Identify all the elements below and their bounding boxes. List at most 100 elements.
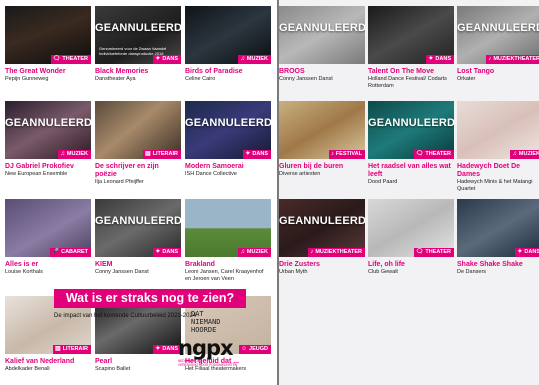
genre-tag-label: CABARET <box>61 249 88 255</box>
programme-card[interactable]: GEANNULEERD? ♪MUZIEKTHEATER Lost TangoOrka… <box>457 6 539 83</box>
card-image[interactable]: 🎤 CABARET <box>5 199 91 257</box>
card-title[interactable]: Birds of Paradise <box>185 68 271 76</box>
card-image[interactable]: ♫ MUZIEK <box>185 199 271 257</box>
programme-card[interactable]: ♪ FESTIVAL Gluren bij de buren Diverse arti… <box>279 101 365 178</box>
card-title[interactable]: Talent On The Move <box>368 68 454 76</box>
programme-card[interactable]: 🗨 THEATER Life, oh life Club Gewalt <box>368 199 454 276</box>
genre-tag-label: DANS <box>524 249 539 255</box>
card-image[interactable]: GEANNULEERD? ✦ DANS <box>95 199 181 257</box>
programme-card[interactable]: 🗨 THEATER The Great Wonder Pepijn Gunneweg <box>5 6 91 83</box>
festival-icon: ♪ <box>330 151 334 157</box>
card-image[interactable]: GEANNULEERD? ♪MUZIEKTHEATER <box>457 6 539 64</box>
card-title[interactable]: Pearl <box>95 358 181 366</box>
card-title[interactable]: Modern Samoerai <box>185 163 271 171</box>
programme-card[interactable]: ▤ LITERAIR De schrijver en zijn poëzie Ilja… <box>95 101 181 186</box>
genre-tag-label: LITERAIR <box>62 346 88 352</box>
genre-tag-label: LITERAIR <box>152 151 178 157</box>
card-image[interactable]: GEANNULEERD? ♪MUZIEKTHEATER <box>279 199 365 257</box>
genre-tag-label: JEUGD <box>249 346 268 352</box>
card-title[interactable]: Black Memories <box>95 68 181 76</box>
genre-tag-label: DANS <box>435 56 451 62</box>
logo-line-2: VERENIGING VOOR PODIUMKUNSTEN <box>178 363 238 367</box>
card-image[interactable]: GEANNULEERD? <box>279 6 365 64</box>
music-note-icon: ♫ <box>60 151 65 157</box>
card-title[interactable]: Kalief van Nederland <box>5 358 91 366</box>
genre-tag-label: DANS <box>162 249 178 255</box>
card-title[interactable]: BROOS <box>279 68 365 76</box>
programme-card[interactable]: ✦ DANS Shake Shake Shake De Dansers <box>457 199 539 276</box>
card-image[interactable]: ✦ DANS <box>457 199 539 257</box>
genre-tag-label: DANS <box>162 346 178 352</box>
npx-logo: ngpx NEDERLANDSE VERENIGING VOOR PODIUMK… <box>178 337 240 373</box>
genre-tag: ♪ MUZIEKTHEATER <box>308 248 365 257</box>
dancer-icon: ✦ <box>155 56 161 62</box>
programme-card[interactable]: GEANNULEERD? ♪ MUZIEKTHEATER Drie Zusters Ur… <box>279 199 365 276</box>
programme-card[interactable]: GEANNULEERD? ✦ DANS Modern Samoerai ISH Danc… <box>185 101 271 178</box>
programme-card[interactable]: GEANNULEERD? 🗨 THEATER Het raadsel van alle… <box>368 101 454 186</box>
card-subtitle: Conny Janssen Danst <box>279 76 333 82</box>
card-image[interactable]: ♪ FESTIVAL <box>279 101 365 159</box>
programme-card[interactable]: 🎤 CABARET Alles is er Louise Korthals <box>5 199 91 276</box>
card-image[interactable]: ♫ MUZIEK <box>457 101 539 159</box>
card-subtitle: Abdelkader Benali <box>5 366 50 372</box>
programme-card[interactable]: GEANNULEERD? ✦ DANS KIEM Conny Janssen Danst <box>95 199 181 276</box>
card-title[interactable]: Het raadsel van alles wat leeft <box>368 163 454 179</box>
card-image[interactable]: 🗨 THEATER <box>368 199 454 257</box>
genre-tag-label: MUZIEK <box>518 151 539 157</box>
card-subtitle: De Dansers <box>457 269 487 275</box>
genre-tag: ✦ DANS <box>426 55 454 64</box>
dancer-icon: ✦ <box>428 56 434 62</box>
card-image[interactable]: ♫ MUZIEK <box>185 6 271 64</box>
cancelled-label: GEANNULEERD? <box>95 215 181 227</box>
genre-tag: ♫ MUZIEK <box>238 55 271 64</box>
dancer-icon: ✦ <box>245 151 251 157</box>
programme-card[interactable]: ♫ MUZIEK Brakland Leoni Jansen, Carel Kraay… <box>185 199 271 282</box>
card-subtitle: Hadewych Minis & het Matangi Quartet <box>457 179 533 192</box>
cancelled-label: GEANNULEERD? <box>95 22 181 34</box>
card-title[interactable]: De schrijver en zijn poëzie <box>95 163 181 179</box>
card-subtitle: Danstheater Aya <box>95 76 136 82</box>
genre-tag: ▤ LITERAIR <box>52 345 91 354</box>
card-subtitle: Club Gewalt <box>368 269 398 275</box>
genre-tag-label: MUZIEKTHEATER <box>493 56 539 62</box>
card-title[interactable]: DJ Gabriel Prokofiev <box>5 163 91 171</box>
programme-card[interactable]: GEANNULEERD? Genomineerd voor de Zwaan Va… <box>95 6 181 83</box>
card-title[interactable]: Drie Zusters <box>279 261 365 269</box>
card-image[interactable]: GEANNULEERD? 🗨 THEATER <box>368 101 454 159</box>
card-image[interactable]: 🗨 THEATER <box>5 6 91 64</box>
programme-card[interactable]: GEANNULEERD? BROOS Conny Janssen Danst <box>279 6 365 83</box>
card-image[interactable]: ✦ DANS <box>368 6 454 64</box>
microphone-icon: 🎤 <box>51 249 60 255</box>
card-title[interactable]: Life, oh life <box>368 261 454 269</box>
programme-card[interactable]: ♫ MUZIEK Hadewych Doet De Dames Hadewych Mi… <box>457 101 539 192</box>
programme-card[interactable]: ✦ DANS Talent On The Move Holland Dance Fes… <box>368 6 454 89</box>
cancelled-label: GEANNULEERD? <box>457 22 539 34</box>
cancelled-label: GEANNULEERD? <box>368 117 454 129</box>
genre-tag-label: MUZIEK <box>246 56 268 62</box>
card-title[interactable]: Lost Tango <box>457 68 539 76</box>
card-image[interactable]: GEANNULEERD? ♫ MUZIEK <box>5 101 91 159</box>
genre-tag: ✦ DANS <box>515 248 539 257</box>
card-image[interactable]: GEANNULEERD? Genomineerd voor de Zwaan Va… <box>95 6 181 64</box>
genre-tag-label: THEATER <box>62 56 88 62</box>
programme-card[interactable]: GEANNULEERD? ♫ MUZIEK DJ Gabriel Prokofiev N… <box>5 101 91 178</box>
card-title[interactable]: Alles is er <box>5 261 91 269</box>
cancelled-label: GEANNULEERD? <box>279 215 365 227</box>
genre-tag: 🗨 THEATER <box>413 248 454 257</box>
card-title[interactable]: KIEM <box>95 261 181 269</box>
card-title[interactable]: The Great Wonder <box>5 68 91 76</box>
card-image[interactable]: GEANNULEERD? ✦ DANS <box>185 101 271 159</box>
card-image[interactable]: ▤ LITERAIR <box>95 101 181 159</box>
genre-tag: ✦ DANS <box>243 150 271 159</box>
genre-tag: ♫ MUZIEK <box>58 150 91 159</box>
card-title[interactable]: Brakland <box>185 261 271 269</box>
card-subtitle: Pepijn Gunneweg <box>5 76 49 82</box>
genre-tag-label: DANS <box>162 56 178 62</box>
programme-card[interactable]: ♫ MUZIEK Birds of Paradise Celine Cairo <box>185 6 271 83</box>
card-subtitle: Holland Dance Festival/ Codarts Rotterda… <box>368 76 447 89</box>
genre-tag: ♪ FESTIVAL <box>328 150 365 159</box>
card-title[interactable]: Shake Shake Shake <box>457 261 539 269</box>
book-icon: ▤ <box>54 346 61 352</box>
card-title[interactable]: Hadewych Doet De Dames <box>457 163 539 179</box>
card-title[interactable]: Gluren bij de buren <box>279 163 365 171</box>
